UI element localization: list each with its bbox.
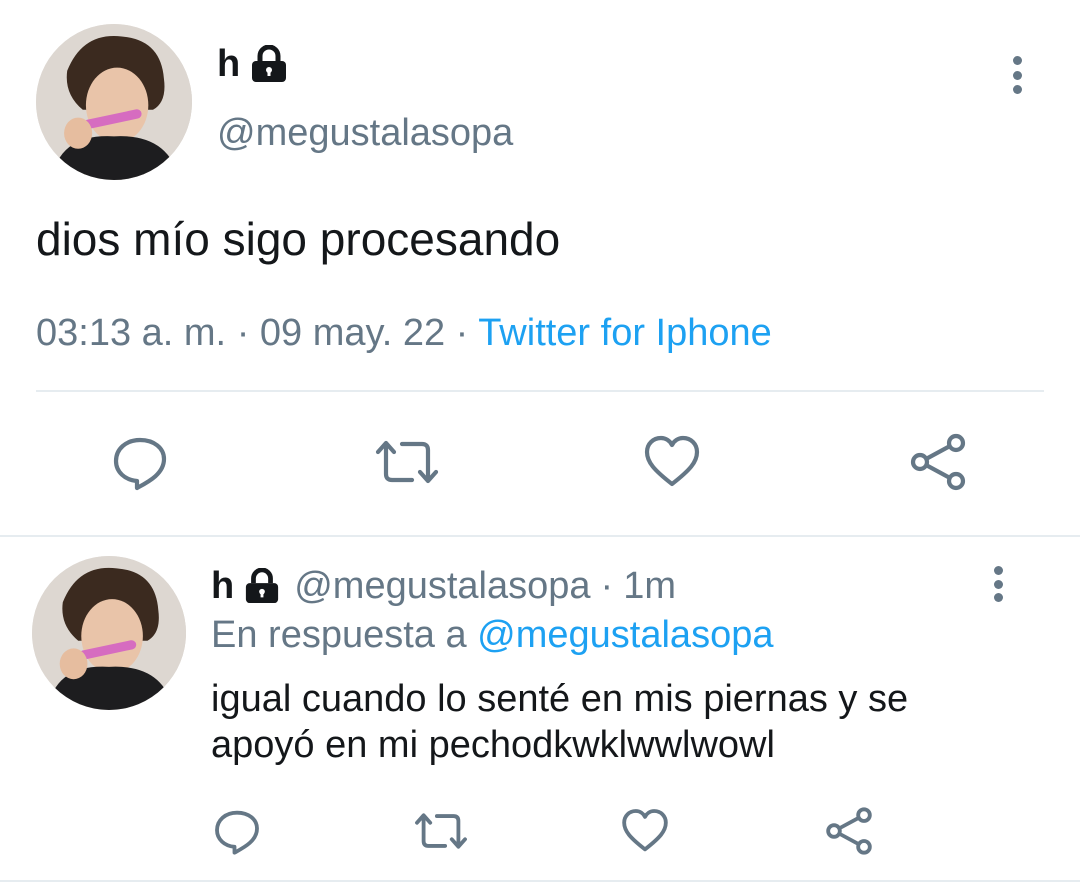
separator: · [236,312,250,354]
avatar[interactable] [36,24,192,180]
reply-text: igual cuando lo senté en mis piernas y s… [211,676,908,768]
reply-text-line: igual cuando lo senté en mis piernas y s… [211,678,909,720]
tweet-source-link[interactable]: Twitter for Iphone [478,312,772,354]
lock-icon [242,567,282,604]
username-handle[interactable]: @megustalasopa [294,565,590,608]
like-icon[interactable] [620,806,670,856]
tweet-time: 03:13 a. m. [36,312,227,354]
reply-context: En respuesta a @megustalasopa [211,612,773,658]
retweet-icon[interactable] [372,432,442,492]
display-name[interactable]: h [211,565,234,608]
divider [36,390,1044,392]
tweet-meta: 03:13 a. m. · 09 may. 22 · Twitter for I… [36,310,772,356]
separator: · [600,564,614,607]
share-icon[interactable] [824,806,874,856]
profile-photo [32,556,186,710]
username-handle[interactable]: @megustalasopa [217,110,513,156]
tweet-date: 09 may. 22 [259,312,446,354]
reply-text-line: apoyó en mi pechodkwklwwlwowl [211,724,775,766]
avatar[interactable] [32,556,186,710]
reply-icon[interactable] [110,432,170,492]
share-icon[interactable] [908,432,968,492]
retweet-icon[interactable] [412,806,470,856]
divider [0,880,1080,882]
divider [0,535,1080,537]
reply-prefix: En respuesta a [211,614,467,656]
separator: · [455,312,469,354]
more-options-icon[interactable] [1011,56,1023,94]
tweet-text: dios mío sigo procesando [36,213,561,265]
reply-header: h @megustalasopa · 1m [211,564,676,608]
display-name[interactable]: h [217,42,240,86]
like-icon[interactable] [642,432,702,492]
profile-photo [36,24,192,180]
reply-icon[interactable] [212,806,262,856]
tweet-age: 1m [623,564,676,607]
more-options-icon[interactable] [992,566,1004,602]
lock-icon [248,44,290,83]
reply-to-link[interactable]: @megustalasopa [477,614,773,656]
